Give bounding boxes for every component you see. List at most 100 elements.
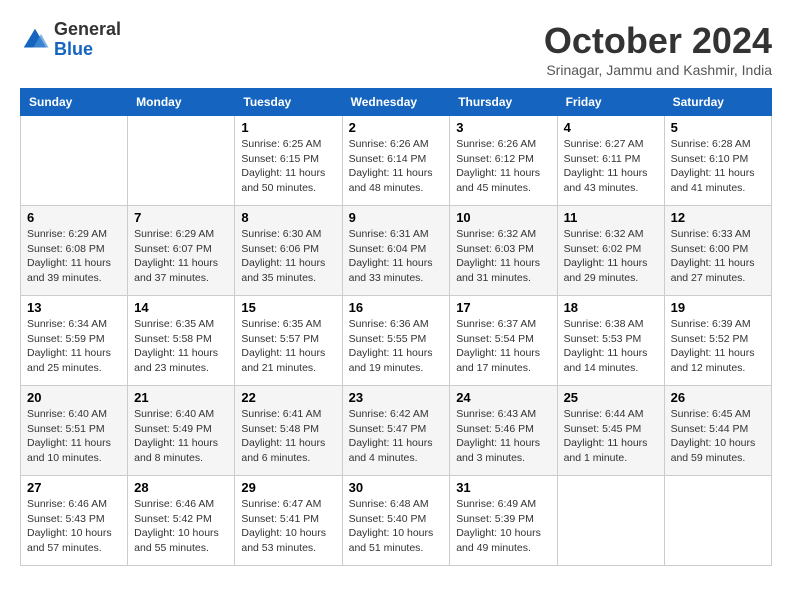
- day-number: 4: [564, 120, 658, 135]
- month-title: October 2024: [544, 20, 772, 62]
- page-header: General Blue October 2024 Srinagar, Jamm…: [20, 20, 772, 78]
- day-number: 25: [564, 390, 658, 405]
- day-cell: 10 Sunrise: 6:32 AM Sunset: 6:03 PM Dayli…: [450, 206, 557, 296]
- day-number: 16: [349, 300, 444, 315]
- day-info: Sunrise: 6:32 AM Sunset: 6:02 PM Dayligh…: [564, 227, 658, 286]
- day-number: 9: [349, 210, 444, 225]
- day-number: 17: [456, 300, 550, 315]
- day-number: 31: [456, 480, 550, 495]
- day-cell: 25Sunrise: 6:44 AM Sunset: 5:45 PM Dayli…: [557, 386, 664, 476]
- day-cell: 11 Sunrise: 6:32 AM Sunset: 6:02 PM Dayli…: [557, 206, 664, 296]
- day-info: Sunrise: 6:46 AM Sunset: 5:42 PM Dayligh…: [134, 497, 228, 556]
- day-number: 29: [241, 480, 335, 495]
- day-info: Sunrise: 6:27 AM Sunset: 6:11 PM Dayligh…: [564, 137, 658, 196]
- week-row-3: 13 Sunrise: 6:34 AM Sunset: 5:59 PM Dayli…: [21, 296, 772, 386]
- calendar-table: SundayMondayTuesdayWednesdayThursdayFrid…: [20, 88, 772, 566]
- day-number: 27: [27, 480, 121, 495]
- day-info: Sunrise: 6:33 AM Sunset: 6:00 PM Dayligh…: [671, 227, 765, 286]
- day-number: 19: [671, 300, 765, 315]
- day-cell: [664, 476, 771, 566]
- day-number: 26: [671, 390, 765, 405]
- week-row-2: 6 Sunrise: 6:29 AM Sunset: 6:08 PM Daylig…: [21, 206, 772, 296]
- day-cell: 4 Sunrise: 6:27 AM Sunset: 6:11 PM Daylig…: [557, 116, 664, 206]
- header-row: SundayMondayTuesdayWednesdayThursdayFrid…: [21, 89, 772, 116]
- day-cell: 26 Sunrise: 6:45 AM Sunset: 5:44 PM Dayli…: [664, 386, 771, 476]
- day-info: Sunrise: 6:36 AM Sunset: 5:55 PM Dayligh…: [349, 317, 444, 376]
- day-cell: 30Sunrise: 6:48 AM Sunset: 5:40 PM Dayli…: [342, 476, 450, 566]
- day-number: 3: [456, 120, 550, 135]
- day-number: 28: [134, 480, 228, 495]
- day-cell: 8Sunrise: 6:30 AM Sunset: 6:06 PM Daylig…: [235, 206, 342, 296]
- day-info: Sunrise: 6:34 AM Sunset: 5:59 PM Dayligh…: [27, 317, 121, 376]
- day-info: Sunrise: 6:29 AM Sunset: 6:08 PM Dayligh…: [27, 227, 121, 286]
- day-info: Sunrise: 6:39 AM Sunset: 5:52 PM Dayligh…: [671, 317, 765, 376]
- day-cell: 12 Sunrise: 6:33 AM Sunset: 6:00 PM Dayli…: [664, 206, 771, 296]
- day-info: Sunrise: 6:49 AM Sunset: 5:39 PM Dayligh…: [456, 497, 550, 556]
- day-number: 2: [349, 120, 444, 135]
- header-cell-saturday: Saturday: [664, 89, 771, 116]
- day-cell: 6 Sunrise: 6:29 AM Sunset: 6:08 PM Daylig…: [21, 206, 128, 296]
- day-info: Sunrise: 6:42 AM Sunset: 5:47 PM Dayligh…: [349, 407, 444, 466]
- day-cell: 7Sunrise: 6:29 AM Sunset: 6:07 PM Daylig…: [128, 206, 235, 296]
- day-number: 15: [241, 300, 335, 315]
- day-number: 6: [27, 210, 121, 225]
- day-number: 23: [349, 390, 444, 405]
- day-number: 30: [349, 480, 444, 495]
- day-info: Sunrise: 6:43 AM Sunset: 5:46 PM Dayligh…: [456, 407, 550, 466]
- day-number: 18: [564, 300, 658, 315]
- logo-text: General Blue: [54, 20, 121, 60]
- day-info: Sunrise: 6:26 AM Sunset: 6:12 PM Dayligh…: [456, 137, 550, 196]
- day-number: 13: [27, 300, 121, 315]
- day-info: Sunrise: 6:40 AM Sunset: 5:51 PM Dayligh…: [27, 407, 121, 466]
- day-cell: 29Sunrise: 6:47 AM Sunset: 5:41 PM Dayli…: [235, 476, 342, 566]
- day-info: Sunrise: 6:31 AM Sunset: 6:04 PM Dayligh…: [349, 227, 444, 286]
- day-info: Sunrise: 6:29 AM Sunset: 6:07 PM Dayligh…: [134, 227, 228, 286]
- day-number: 22: [241, 390, 335, 405]
- logo-line1: General: [54, 20, 121, 40]
- week-row-5: 27Sunrise: 6:46 AM Sunset: 5:43 PM Dayli…: [21, 476, 772, 566]
- day-number: 24: [456, 390, 550, 405]
- day-cell: 9 Sunrise: 6:31 AM Sunset: 6:04 PM Daylig…: [342, 206, 450, 296]
- day-cell: 16 Sunrise: 6:36 AM Sunset: 5:55 PM Dayli…: [342, 296, 450, 386]
- header-cell-thursday: Thursday: [450, 89, 557, 116]
- day-cell: 15 Sunrise: 6:35 AM Sunset: 5:57 PM Dayli…: [235, 296, 342, 386]
- day-cell: 28 Sunrise: 6:46 AM Sunset: 5:42 PM Dayli…: [128, 476, 235, 566]
- week-row-1: 1Sunrise: 6:25 AM Sunset: 6:15 PM Daylig…: [21, 116, 772, 206]
- day-number: 11: [564, 210, 658, 225]
- day-number: 5: [671, 120, 765, 135]
- day-number: 8: [241, 210, 335, 225]
- logo-line2: Blue: [54, 40, 121, 60]
- header-cell-tuesday: Tuesday: [235, 89, 342, 116]
- day-info: Sunrise: 6:26 AM Sunset: 6:14 PM Dayligh…: [349, 137, 444, 196]
- day-cell: 27Sunrise: 6:46 AM Sunset: 5:43 PM Dayli…: [21, 476, 128, 566]
- header-cell-wednesday: Wednesday: [342, 89, 450, 116]
- header-cell-monday: Monday: [128, 89, 235, 116]
- day-cell: 13 Sunrise: 6:34 AM Sunset: 5:59 PM Dayli…: [21, 296, 128, 386]
- day-info: Sunrise: 6:41 AM Sunset: 5:48 PM Dayligh…: [241, 407, 335, 466]
- day-cell: 3 Sunrise: 6:26 AM Sunset: 6:12 PM Daylig…: [450, 116, 557, 206]
- day-cell: 17 Sunrise: 6:37 AM Sunset: 5:54 PM Dayli…: [450, 296, 557, 386]
- day-info: Sunrise: 6:40 AM Sunset: 5:49 PM Dayligh…: [134, 407, 228, 466]
- title-area: October 2024 Srinagar, Jammu and Kashmir…: [544, 20, 772, 78]
- day-number: 14: [134, 300, 228, 315]
- day-cell: 31 Sunrise: 6:49 AM Sunset: 5:39 PM Dayli…: [450, 476, 557, 566]
- day-cell: 14 Sunrise: 6:35 AM Sunset: 5:58 PM Dayli…: [128, 296, 235, 386]
- day-number: 20: [27, 390, 121, 405]
- day-number: 1: [241, 120, 335, 135]
- logo: General Blue: [20, 20, 121, 60]
- location: Srinagar, Jammu and Kashmir, India: [544, 62, 772, 78]
- day-number: 10: [456, 210, 550, 225]
- day-cell: 21 Sunrise: 6:40 AM Sunset: 5:49 PM Dayli…: [128, 386, 235, 476]
- day-info: Sunrise: 6:45 AM Sunset: 5:44 PM Dayligh…: [671, 407, 765, 466]
- day-info: Sunrise: 6:37 AM Sunset: 5:54 PM Dayligh…: [456, 317, 550, 376]
- day-number: 21: [134, 390, 228, 405]
- week-row-4: 20 Sunrise: 6:40 AM Sunset: 5:51 PM Dayli…: [21, 386, 772, 476]
- day-info: Sunrise: 6:32 AM Sunset: 6:03 PM Dayligh…: [456, 227, 550, 286]
- logo-icon: [20, 25, 50, 55]
- day-cell: [21, 116, 128, 206]
- day-cell: 18Sunrise: 6:38 AM Sunset: 5:53 PM Dayli…: [557, 296, 664, 386]
- day-info: Sunrise: 6:35 AM Sunset: 5:57 PM Dayligh…: [241, 317, 335, 376]
- day-number: 12: [671, 210, 765, 225]
- day-cell: 5Sunrise: 6:28 AM Sunset: 6:10 PM Daylig…: [664, 116, 771, 206]
- day-info: Sunrise: 6:35 AM Sunset: 5:58 PM Dayligh…: [134, 317, 228, 376]
